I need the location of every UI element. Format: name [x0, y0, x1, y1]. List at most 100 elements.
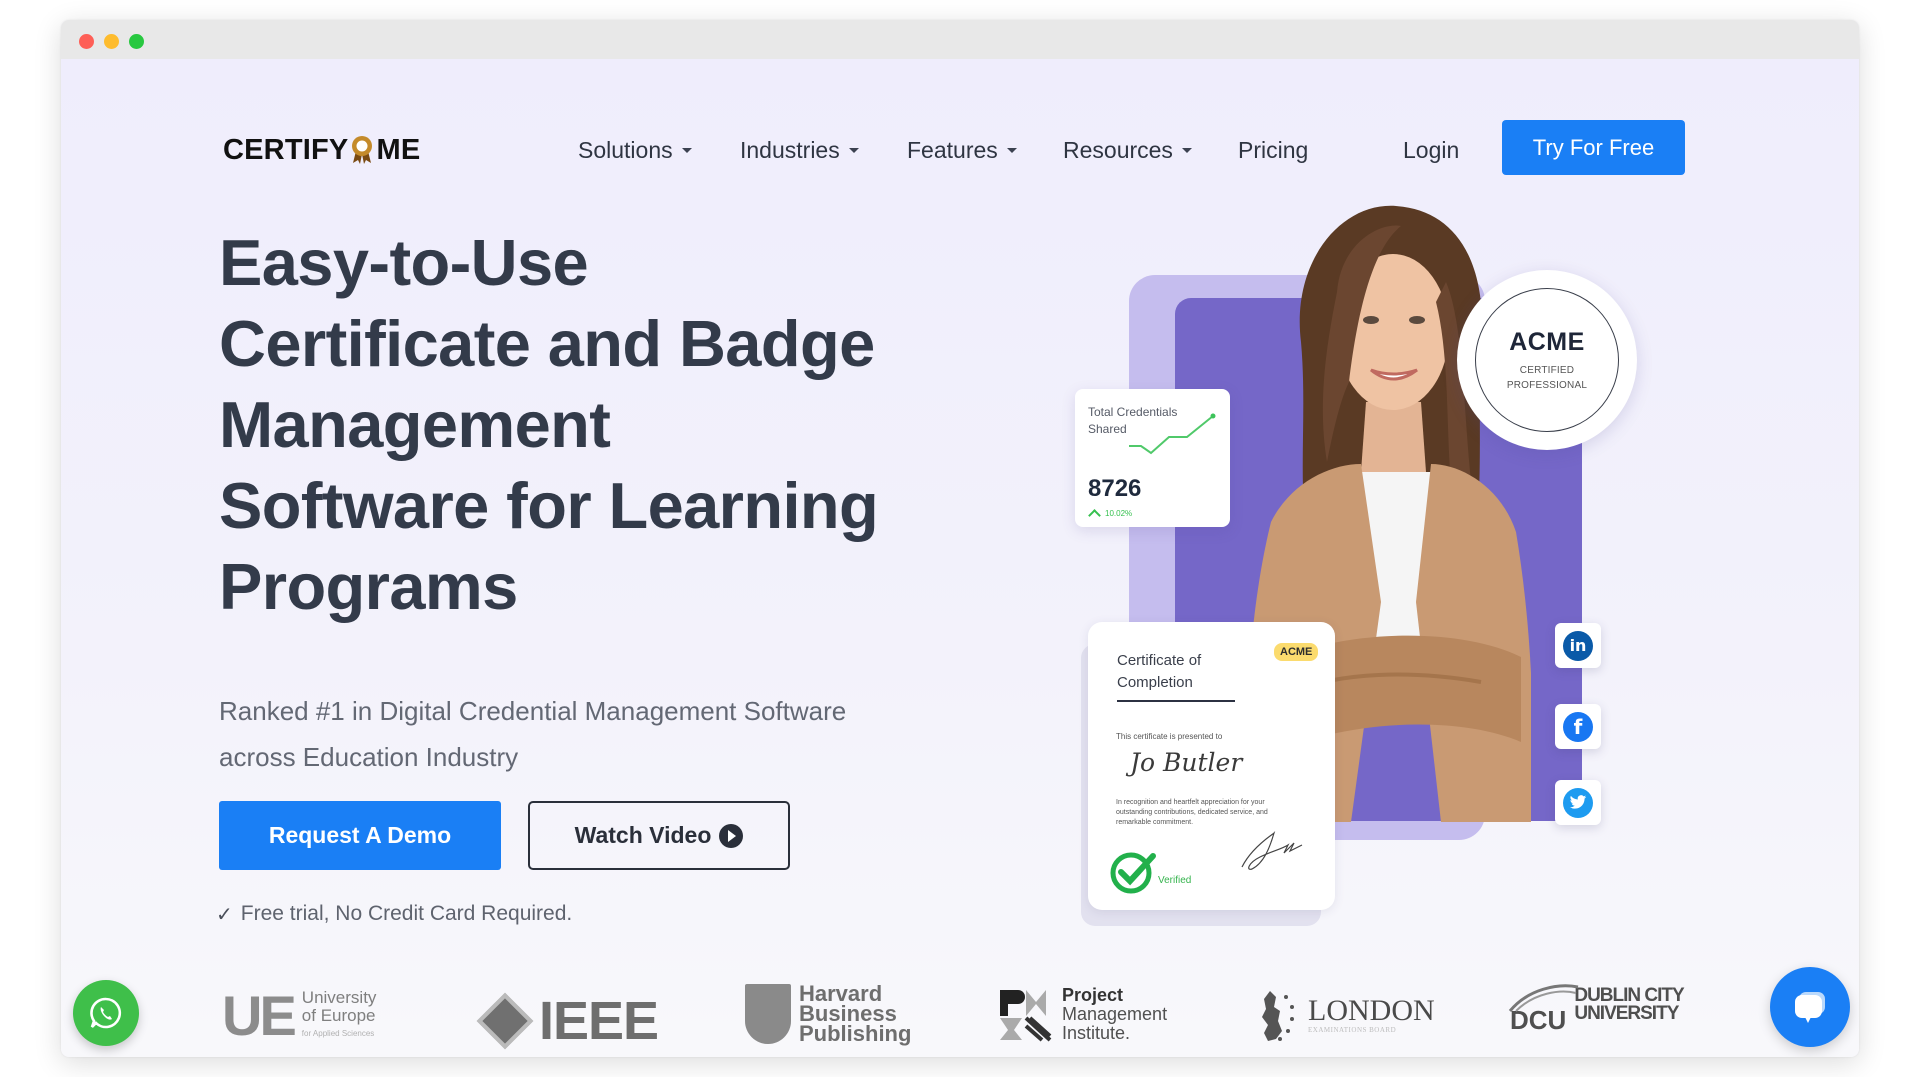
- certificate-title-line: Completion: [1117, 674, 1193, 691]
- hero-heading: Easy-to-Use Certificate and Badge Manage…: [219, 222, 979, 627]
- badge-ring: ACME CERTIFIED PROFESSIONAL: [1475, 288, 1619, 432]
- close-window-button[interactable]: [79, 34, 94, 49]
- dcu-mark: DCU: [1508, 984, 1579, 1033]
- caret-down-icon: [1006, 147, 1017, 153]
- ue-mark: UE: [222, 984, 297, 1047]
- browser-window: CERTIFY ME Solutions Industries Features…: [61, 20, 1859, 1057]
- award-ribbon-icon: [351, 135, 373, 165]
- certifyme-logo[interactable]: CERTIFY ME: [223, 132, 420, 168]
- maximize-window-button[interactable]: [129, 34, 144, 49]
- logo-text-left: CERTIFY: [223, 133, 349, 166]
- hero-subtitle: Ranked #1 in Digital Credential Manageme…: [219, 688, 979, 780]
- logo-project-management-institute: Project Management Institute.: [998, 986, 1167, 1043]
- play-circle-icon: [719, 823, 744, 848]
- stats-change-value: 10.02%: [1105, 509, 1133, 518]
- hero-subtitle-line: across Education Industry: [219, 742, 519, 772]
- verified-check-icon: [1110, 852, 1156, 894]
- hero-heading-line: Easy-to-Use: [219, 226, 589, 299]
- free-trial-text: Free trial, No Credit Card Required.: [240, 902, 573, 925]
- nav-features[interactable]: Features: [907, 127, 1017, 173]
- caret-down-icon: [1181, 147, 1192, 153]
- nav-resources[interactable]: Resources: [1063, 127, 1192, 173]
- caret-down-icon: [681, 147, 692, 153]
- certificate-title-line: Certificate of: [1117, 652, 1202, 669]
- dcu-line: UNIVERSITY: [1574, 1003, 1679, 1024]
- ue-line: University: [301, 988, 377, 1007]
- hero-heading-line: Certificate and Badge: [219, 307, 875, 380]
- check-icon: ✓: [216, 903, 233, 926]
- badge-subtitle-line: PROFESSIONAL: [1506, 379, 1588, 391]
- logo-harvard-business-publishing: Harvard Business Publishing: [745, 983, 912, 1046]
- whatsapp-button[interactable]: [73, 980, 139, 1046]
- request-demo-button[interactable]: Request A Demo: [219, 801, 501, 870]
- watch-video-label: Watch Video: [574, 822, 712, 848]
- landing-page: CERTIFY ME Solutions Industries Features…: [61, 59, 1859, 1057]
- certificate-title: Certificate of Completion: [1117, 650, 1201, 694]
- arrow-up-icon: [1088, 509, 1101, 522]
- nav-industries[interactable]: Industries: [740, 127, 859, 173]
- total-credentials-card: Total Credentials Shared 8726 10.02%: [1075, 389, 1230, 527]
- hbp-line: Publishing: [799, 1021, 912, 1046]
- logo-text-right: ME: [376, 133, 421, 166]
- badge-title: ACME: [1509, 327, 1585, 356]
- nav-resources-label: Resources: [1063, 136, 1173, 163]
- dcu-text: DUBLIN CITY UNIVERSITY: [1574, 986, 1684, 1024]
- ieee-diamond-icon: [476, 992, 534, 1050]
- hero-heading-line: Programs: [219, 550, 518, 623]
- nav-solutions[interactable]: Solutions: [578, 127, 692, 173]
- ue-line: of Europe: [301, 1006, 376, 1025]
- facebook-share-button[interactable]: f: [1555, 704, 1601, 749]
- linkedin-icon: in: [1563, 630, 1593, 661]
- badge-subtitle: CERTIFIED PROFESSIONAL: [1507, 363, 1587, 393]
- hero-subtitle-line: Ranked #1 in Digital Credential Manageme…: [219, 696, 847, 726]
- free-trial-note: ✓ Free trial, No Credit Card Required.: [216, 899, 572, 929]
- try-for-free-button[interactable]: Try For Free: [1502, 120, 1685, 175]
- logo-london-examinations-board: LONDON EXAMINATIONS BOARD: [1256, 987, 1435, 1043]
- chat-bubble-icon: [1795, 992, 1825, 1023]
- live-chat-button[interactable]: [1770, 967, 1850, 1047]
- nav-industries-label: Industries: [740, 136, 840, 163]
- harvard-shield-icon: [745, 984, 791, 1044]
- caret-down-icon: [848, 147, 859, 153]
- nav-features-label: Features: [907, 136, 998, 163]
- stats-change: 10.02%: [1088, 507, 1133, 522]
- pmi-text: Project Management Institute.: [1062, 986, 1167, 1043]
- nav-pricing-label: Pricing: [1238, 136, 1309, 163]
- title-bar: [61, 20, 1859, 59]
- certificate-card: Certificate of Completion ACME This cert…: [1088, 622, 1335, 910]
- pmi-line: Management: [1062, 1004, 1168, 1024]
- login-link[interactable]: Login: [1403, 127, 1459, 173]
- ue-text: University of Europe for Applied Science…: [302, 989, 377, 1043]
- dcu-swoosh-icon: [1508, 984, 1579, 1012]
- nav-pricing[interactable]: Pricing: [1238, 127, 1308, 173]
- pmi-line: Institute.: [1062, 1023, 1131, 1043]
- certificate-body: In recognition and heartfelt appreciatio…: [1116, 799, 1268, 826]
- ieee-text: IEEE: [539, 991, 659, 1051]
- hero-heading-line: Management: [219, 388, 611, 461]
- certificate-recipient: Jo Butler: [1130, 748, 1243, 777]
- logo-university-of-europe: UE University of Europe for Applied Scie…: [222, 988, 376, 1044]
- london-line: LONDON: [1308, 993, 1435, 1027]
- minimize-window-button[interactable]: [104, 34, 119, 49]
- hero-heading-line: Software for Learning: [219, 469, 879, 542]
- logo-ieee: IEEE: [476, 991, 659, 1051]
- facebook-icon: f: [1563, 711, 1593, 742]
- badge-subtitle-line: CERTIFIED: [1519, 364, 1575, 376]
- twitter-share-button[interactable]: [1555, 780, 1601, 825]
- certificate-divider: [1117, 700, 1235, 702]
- trend-sparkline: [1129, 413, 1216, 455]
- stats-value: 8726: [1088, 475, 1142, 502]
- linkedin-share-button[interactable]: in: [1555, 623, 1601, 668]
- watch-video-button[interactable]: Watch Video: [528, 801, 790, 870]
- london-text: LONDON EXAMINATIONS BOARD: [1308, 993, 1435, 1035]
- nav-solutions-label: Solutions: [578, 136, 673, 163]
- logo-dublin-city-university: DCU DUBLIN CITY UNIVERSITY: [1508, 984, 1685, 1033]
- acme-certified-badge: ACME CERTIFIED PROFESSIONAL: [1457, 270, 1637, 450]
- pmi-mark-icon: [1000, 989, 1052, 1042]
- pmi-line: Project: [1062, 985, 1124, 1005]
- certificate-presented-to: This certificate is presented to: [1116, 732, 1223, 741]
- verified-label: Verified: [1158, 875, 1192, 886]
- hbp-text: Harvard Business Publishing: [799, 983, 912, 1046]
- certificate-issuer-tag: ACME: [1274, 643, 1319, 661]
- signature-graphic: [1241, 830, 1303, 870]
